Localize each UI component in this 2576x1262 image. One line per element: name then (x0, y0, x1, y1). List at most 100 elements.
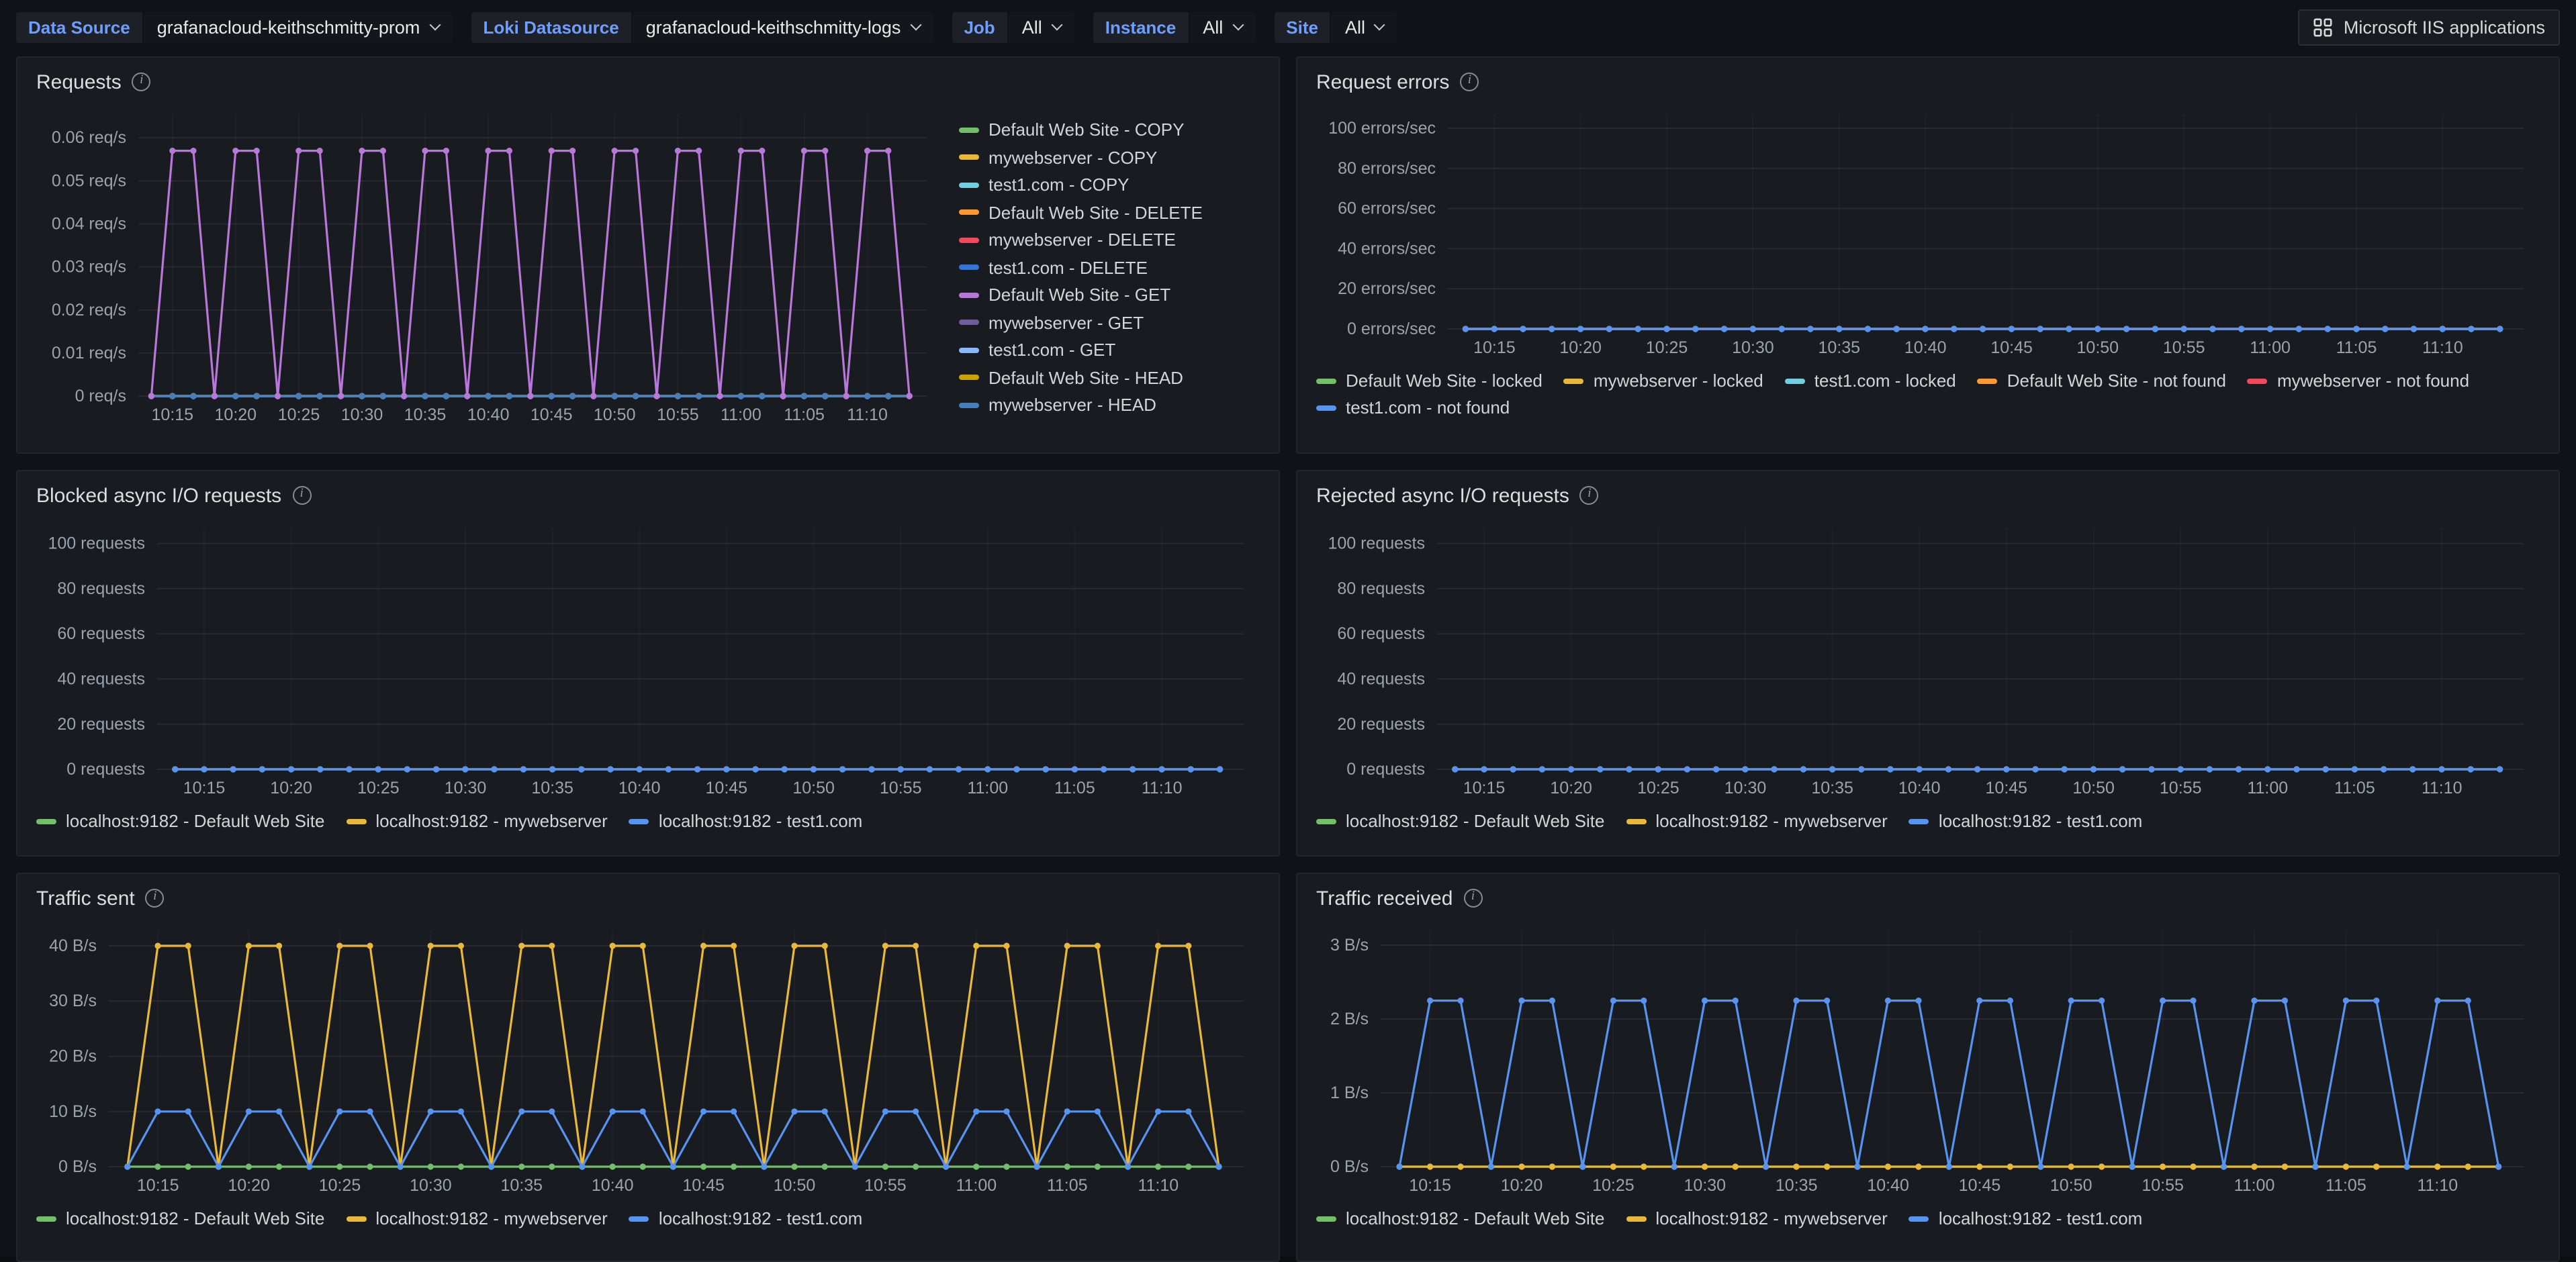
svg-text:10:50: 10:50 (2077, 338, 2119, 357)
var-loki-datasource-dropdown[interactable]: grafanacloud-keithschmitty-logs (632, 11, 933, 42)
svg-text:10:30: 10:30 (1732, 338, 1774, 357)
legend-item[interactable]: localhost:9182 - Default Web Site (36, 1208, 324, 1228)
svg-text:20 B/s: 20 B/s (49, 1047, 97, 1066)
legend-item[interactable]: test1.com - GET (959, 340, 1262, 360)
legend-item[interactable]: mywebserver - GET (959, 312, 1262, 332)
var-loki-datasource-value: grafanacloud-keithschmitty-logs (645, 17, 901, 37)
requests-chart[interactable]: 0 req/s 0.01 req/s 0.02 req/s 0.03 req/s 0.0… (34, 101, 946, 431)
legend-item[interactable]: localhost:9182 - mywebserver (346, 1208, 608, 1228)
legend-label: localhost:9182 - Default Web Site (1346, 1208, 1605, 1228)
svg-text:0 errors/sec: 0 errors/sec (1347, 320, 1436, 338)
legend-swatch (1563, 378, 1584, 383)
app-title-button[interactable]: Microsoft IIS applications (2297, 9, 2560, 45)
legend-item[interactable]: localhost:9182 - test1.com (629, 1208, 862, 1228)
info-icon[interactable]: i (132, 72, 151, 91)
legend-swatch (959, 320, 979, 325)
legend-item[interactable]: Default Web Site - DELETE (959, 202, 1262, 222)
svg-text:30 B/s: 30 B/s (49, 991, 97, 1010)
grafana-dashboard: Data Source grafanacloud-keithschmitty-p… (0, 0, 2576, 1262)
info-icon[interactable]: i (1579, 486, 1599, 505)
svg-text:10:55: 10:55 (657, 405, 699, 424)
legend-item[interactable]: mywebserver - HEAD (959, 395, 1262, 415)
legend-label: test1.com - DELETE (988, 257, 1148, 277)
legend-item[interactable]: Default Web Site - locked (1316, 371, 1543, 391)
legend-swatch (629, 818, 649, 824)
var-job-label: Job (952, 11, 1007, 42)
svg-text:11:00: 11:00 (956, 1176, 997, 1195)
legend-item[interactable]: localhost:9182 - test1.com (629, 811, 862, 831)
legend-label: Default Web Site - HEAD (988, 367, 1183, 387)
svg-text:10:30: 10:30 (1724, 779, 1767, 797)
legend-item[interactable]: localhost:9182 - mywebserver (346, 811, 608, 831)
panel-title: Blocked async I/O requests (36, 484, 282, 507)
chart-svg: 0 requests 20 requests 40 requests 60 reque… (1328, 528, 2524, 797)
legend-item[interactable]: Default Web Site - GET (959, 285, 1262, 305)
legend-item[interactable]: test1.com - locked (1784, 371, 1956, 391)
panel-traffic-received-header[interactable]: Traffic received i (1314, 874, 2542, 917)
var-job-dropdown[interactable]: All (1008, 11, 1074, 42)
legend-item[interactable]: localhost:9182 - test1.com (1908, 1208, 2142, 1228)
svg-text:10:40: 10:40 (1898, 779, 1941, 797)
legend-item[interactable]: mywebserver - DELETE (959, 230, 1262, 250)
info-icon[interactable]: i (1463, 889, 1483, 908)
legend-item[interactable]: localhost:9182 - Default Web Site (36, 811, 324, 831)
info-icon[interactable]: i (145, 889, 165, 908)
legend-item[interactable]: Default Web Site - COPY (959, 119, 1262, 140)
rejected-async-io-chart[interactable]: 0 requests 20 requests 40 requests 60 reque… (1314, 514, 2542, 804)
legend-item[interactable]: localhost:9182 - Default Web Site (1316, 1208, 1604, 1228)
panel-traffic-sent-header[interactable]: Traffic sent i (34, 874, 1262, 917)
legend-label: localhost:9182 - mywebserver (1655, 811, 1888, 831)
request-errors-chart[interactable]: 0 errors/sec 20 errors/sec 40 errors/sec 60… (1314, 101, 2542, 364)
legend-item[interactable]: localhost:9182 - mywebserver (1626, 1208, 1888, 1228)
legend-swatch (346, 818, 367, 824)
app-title-label: Microsoft IIS applications (2343, 17, 2545, 37)
panel-requests-header[interactable]: Requests i (34, 58, 1262, 101)
svg-text:100 requests: 100 requests (1328, 534, 1425, 553)
legend-swatch (959, 154, 979, 160)
legend-item[interactable]: localhost:9182 - Default Web Site (1316, 811, 1604, 831)
chevron-down-icon (1232, 19, 1244, 31)
legend-item[interactable]: localhost:9182 - mywebserver (1626, 811, 1888, 831)
legend-item[interactable]: Default Web Site - HEAD (959, 367, 1262, 387)
panel-request-errors-header[interactable]: Request errors i (1314, 58, 2542, 101)
svg-text:10:35: 10:35 (404, 405, 447, 424)
panel-blocked-async-io-header[interactable]: Blocked async I/O requests i (34, 471, 1262, 514)
chevron-down-icon (1374, 19, 1386, 31)
var-loki-datasource: Loki Datasource grafanacloud-keithschmit… (471, 11, 933, 42)
legend-item[interactable]: mywebserver - locked (1563, 371, 1763, 391)
svg-text:10:15: 10:15 (1473, 338, 1516, 357)
panel-traffic-received: Traffic received i 0 B/s 1 B/s 2 B/s 3 B/s 1… (1296, 873, 2560, 1262)
svg-text:10:30: 10:30 (341, 405, 383, 424)
legend-item[interactable]: mywebserver - not found (2247, 371, 2469, 391)
info-icon[interactable]: i (292, 486, 312, 505)
var-data-source-dropdown[interactable]: grafanacloud-keithschmitty-prom (143, 11, 453, 42)
svg-text:11:10: 11:10 (2422, 779, 2463, 797)
svg-text:10:55: 10:55 (880, 779, 922, 797)
apps-grid-icon (2313, 17, 2332, 36)
legend-item[interactable]: test1.com - DELETE (959, 257, 1262, 277)
var-site-dropdown[interactable]: All (1331, 11, 1397, 42)
legend-item[interactable]: localhost:9182 - test1.com (1908, 811, 2142, 831)
chevron-down-icon (909, 19, 921, 31)
legend-item[interactable]: test1.com - COPY (959, 175, 1262, 195)
svg-text:11:05: 11:05 (2336, 338, 2377, 357)
svg-text:10:50: 10:50 (2072, 779, 2115, 797)
legend-swatch (959, 127, 979, 132)
svg-text:1 B/s: 1 B/s (1330, 1083, 1369, 1102)
legend-label: mywebserver - GET (988, 312, 1144, 332)
template-variables: Data Source grafanacloud-keithschmitty-p… (16, 11, 1397, 42)
svg-text:10:55: 10:55 (2142, 1176, 2184, 1195)
panel-rejected-async-io-header[interactable]: Rejected async I/O requests i (1314, 471, 2542, 514)
blocked-async-io-chart[interactable]: 0 requests 20 requests 40 requests 60 reque… (34, 514, 1262, 804)
traffic-received-chart[interactable]: 0 B/s 1 B/s 2 B/s 3 B/s 10:15 10:20 10:25 10:30… (1314, 917, 2542, 1202)
info-icon[interactable]: i (1460, 72, 1479, 91)
traffic-sent-chart[interactable]: 0 B/s 10 B/s 20 B/s 30 B/s 40 B/s 10:15 10:20 1… (34, 917, 1262, 1202)
legend-item[interactable]: mywebserver - COPY (959, 147, 1262, 167)
panel-request-errors: Request errors i 0 errors/sec 20 errors/s… (1296, 56, 2560, 454)
svg-text:100 errors/sec: 100 errors/sec (1328, 119, 1436, 138)
legend-item[interactable]: test1.com - not found (1316, 397, 1510, 418)
chart-svg: 0 requests 20 requests 40 requests 60 reque… (48, 528, 1244, 797)
legend-label: mywebserver - COPY (988, 147, 1158, 167)
legend-item[interactable]: Default Web Site - not found (1977, 371, 2226, 391)
var-instance-dropdown[interactable]: All (1189, 11, 1256, 42)
